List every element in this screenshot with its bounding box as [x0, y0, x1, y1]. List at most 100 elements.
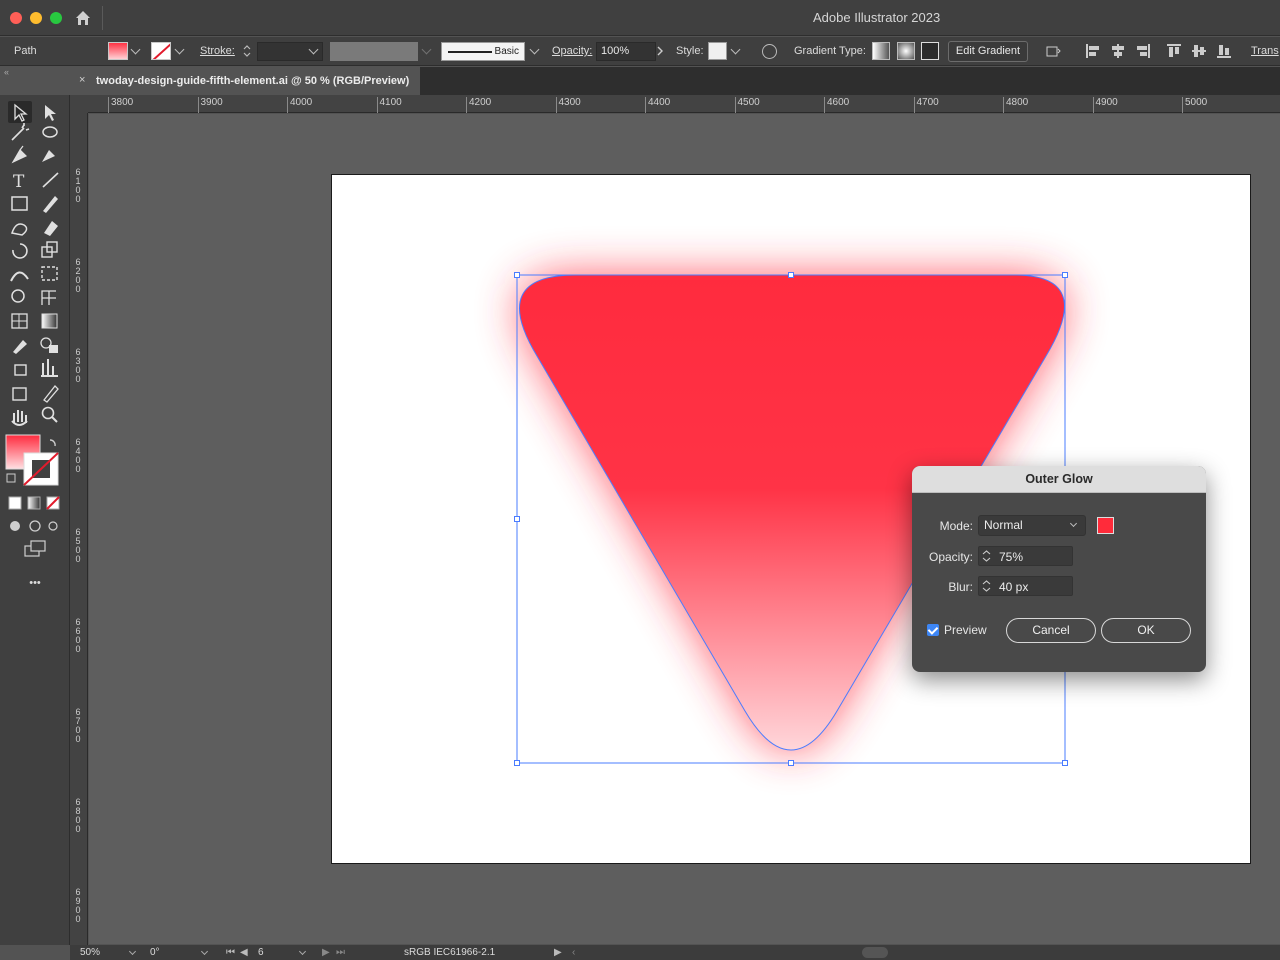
close-tab-icon[interactable]: × — [79, 74, 85, 86]
chevron-down-icon[interactable] — [730, 44, 741, 55]
chevron-down-icon[interactable] — [298, 947, 307, 956]
collapse-panels-icon[interactable]: « — [4, 67, 9, 77]
horizontal-scrollbar-thumb[interactable] — [862, 947, 888, 958]
title-bar: Adobe Illustrator 2023 — [0, 0, 1280, 36]
status-menu-icon[interactable]: ▶ — [554, 947, 562, 958]
dialog-title: Outer Glow — [912, 466, 1206, 493]
divider — [102, 6, 103, 30]
color-mode-icon — [8, 496, 22, 510]
maximize-window-button[interactable] — [50, 12, 62, 24]
chevron-down-icon[interactable] — [128, 947, 137, 956]
chevron-down-icon[interactable] — [200, 947, 209, 956]
brush-stroke-preview — [448, 51, 492, 53]
mode-dropdown[interactable]: Normal — [978, 515, 1086, 536]
selection-tool-highlight — [8, 101, 32, 123]
vertical-ruler[interactable]: 6100 6200 6300 6400 6500 6600 6700 6800 6900 — [70, 113, 88, 945]
opacity-label[interactable]: Opacity: — [552, 45, 592, 57]
scroll-left-icon[interactable]: ‹ — [572, 947, 575, 958]
chevron-down-icon[interactable] — [130, 44, 141, 55]
opacity-field[interactable]: 100% — [596, 42, 656, 61]
ruler-tick-label: 6100 — [75, 167, 81, 204]
ruler-tick-label: 4000 — [287, 97, 312, 113]
brush-definition-dropdown[interactable]: Basic — [441, 42, 525, 61]
graphic-style-swatch[interactable] — [708, 42, 727, 60]
rectangle-tool-icon — [11, 196, 28, 211]
ruler-tick-label: 4300 — [555, 97, 581, 113]
align-bottom-icon[interactable] — [1216, 43, 1232, 59]
ok-button[interactable]: OK — [1101, 618, 1191, 643]
ruler-tick-label: 6700 — [75, 707, 81, 744]
linear-gradient-button[interactable] — [872, 42, 890, 60]
column-graph-tool-icon — [41, 359, 58, 377]
stroke-label[interactable]: Stroke: — [200, 45, 235, 57]
edit-gradient-button[interactable]: Edit Gradient — [948, 41, 1028, 62]
recolor-artwork-icon[interactable] — [762, 44, 777, 59]
align-right-icon[interactable] — [1135, 43, 1151, 59]
variable-width-profile[interactable] — [330, 42, 418, 61]
ruler-tick-label: 6200 — [75, 257, 81, 294]
zoom-level[interactable]: 50% — [80, 947, 100, 958]
align-left-icon[interactable] — [1085, 43, 1101, 59]
align-to-icon[interactable] — [1045, 43, 1061, 59]
ruler-tick-label: 4800 — [1003, 97, 1028, 113]
ruler-tick-label: 3900 — [197, 97, 223, 113]
previous-artboard-icon[interactable]: ◀ — [240, 947, 248, 958]
next-artboard-icon[interactable]: ▶ — [322, 947, 330, 958]
eyedropper-tool-icon — [13, 340, 27, 354]
zoom-tool-icon — [41, 406, 55, 420]
line-segment-tool-icon — [42, 172, 59, 188]
glow-opacity-field[interactable]: 75% — [978, 546, 1073, 566]
chevron-down-icon[interactable] — [529, 44, 540, 55]
freeform-gradient-button[interactable] — [921, 42, 939, 60]
artboard-number[interactable]: 6 — [258, 947, 264, 958]
ruler-tick-label: 6800 — [75, 797, 81, 834]
horizontal-ruler[interactable]: 3800 3900 4000 4100 4200 4300 4400 4500 4600 4700… — [88, 95, 1280, 113]
close-window-button[interactable] — [10, 12, 22, 24]
fill-swatch[interactable] — [108, 42, 128, 60]
first-artboard-icon[interactable]: ⏮ — [226, 947, 235, 958]
stepper-icon[interactable] — [982, 549, 991, 563]
draw-behind-icon — [29, 520, 41, 532]
more-tools-icon[interactable]: ••• — [24, 573, 46, 593]
eraser-tool-icon — [44, 221, 58, 236]
gradient-tool-icon — [41, 313, 58, 329]
stroke-swatch[interactable] — [151, 42, 171, 60]
cancel-button[interactable]: Cancel — [1006, 618, 1096, 643]
minimize-window-button[interactable] — [30, 12, 42, 24]
style-label: Style: — [676, 45, 704, 57]
last-artboard-icon[interactable]: ⏭ — [336, 947, 345, 958]
brush-name: Basic — [494, 46, 519, 57]
document-tab-label: twoday-design-guide-fifth-element.ai @ 5… — [96, 75, 410, 87]
glow-color-swatch[interactable] — [1097, 517, 1114, 534]
ruler-tick-label: 4500 — [734, 97, 760, 113]
mode-label: Mode: — [939, 519, 973, 533]
draw-inside-icon — [48, 521, 58, 531]
ruler-tick-label: 4400 — [645, 97, 670, 113]
rotate-tool-icon — [12, 243, 28, 259]
preview-checkbox[interactable] — [927, 624, 939, 636]
chevron-down-icon[interactable] — [174, 44, 185, 55]
ruler-tick-label: 4600 — [824, 97, 849, 113]
curvature-tool-icon — [42, 150, 55, 162]
rotation-value[interactable]: 0° — [150, 947, 160, 958]
default-fill-stroke-icon — [6, 473, 16, 483]
chevron-right-icon[interactable] — [656, 46, 664, 56]
mode-value: Normal — [984, 518, 1023, 532]
align-center-icon[interactable] — [1110, 43, 1126, 59]
stepper-icon[interactable] — [982, 579, 991, 593]
type-tool-icon: T — [13, 172, 25, 192]
glow-blur-field[interactable]: 40 px — [978, 576, 1073, 596]
home-icon[interactable] — [74, 9, 92, 27]
tools-panel: T ••• — [0, 95, 70, 945]
align-middle-icon[interactable] — [1191, 43, 1207, 59]
ruler-origin[interactable] — [70, 95, 88, 113]
align-top-icon[interactable] — [1166, 43, 1182, 59]
shaper-tool-icon — [11, 223, 28, 236]
stepper-icon[interactable] — [242, 43, 252, 59]
radial-gradient-button[interactable] — [897, 42, 915, 60]
transform-label[interactable]: Trans — [1251, 45, 1279, 57]
preview-label[interactable]: Preview — [944, 623, 987, 637]
direct-selection-tool-icon — [45, 105, 56, 121]
symbol-sprayer-tool-icon — [14, 364, 27, 376]
document-tab[interactable]: × twoday-design-guide-fifth-element.ai @… — [70, 67, 420, 95]
